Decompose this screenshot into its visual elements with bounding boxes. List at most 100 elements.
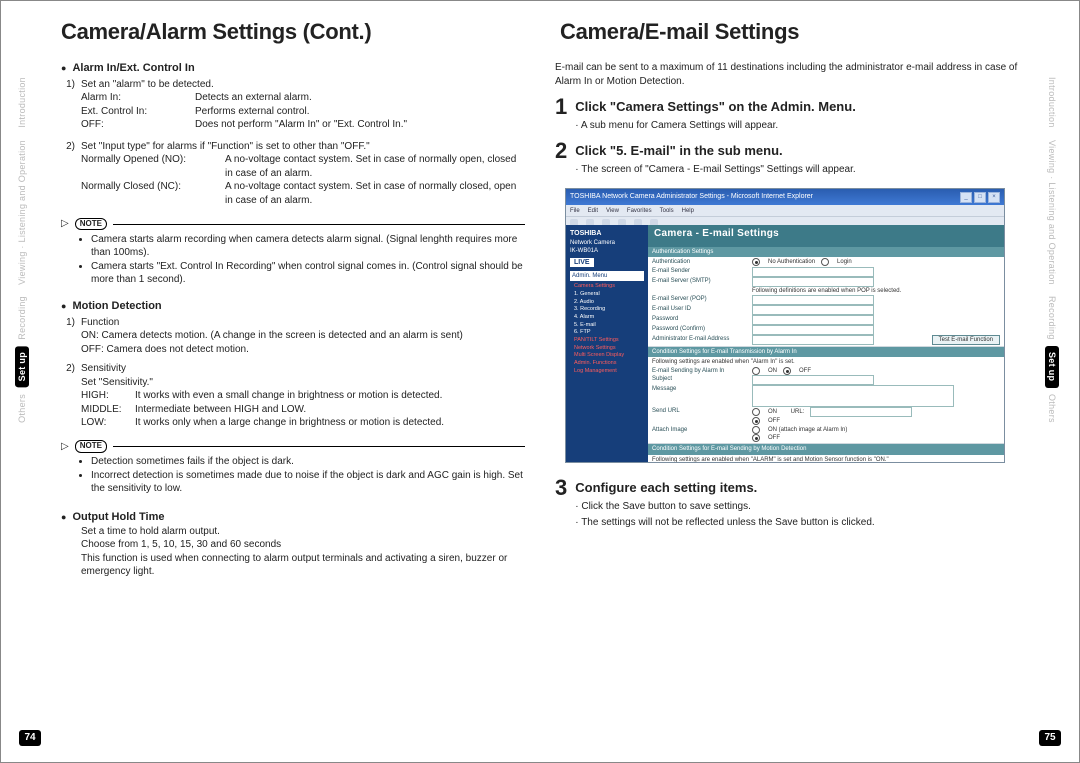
radio-icon[interactable] [752,408,760,416]
url-on: ON [768,408,777,416]
radio-icon[interactable] [752,258,760,266]
alarm-item2-text: Set "Input type" for alarms if "Function… [81,140,525,154]
alarm-note: Following settings are enabled when "Ala… [652,358,1000,366]
alarm-off: OFF [799,367,811,375]
nav-email[interactable]: 5. E-mail [574,322,644,330]
user-input[interactable] [752,305,874,315]
motion-row-v0: It works with even a small change in bri… [135,389,525,403]
alarm-note-0: Camera starts alarm recording when camer… [91,233,525,260]
nav-recording[interactable]: 3. Recording [574,306,644,314]
nav-alarm[interactable]: 4. Alarm [574,314,644,322]
nav-admin-fn[interactable]: Admin. Functions [574,360,644,368]
alarm-subject-label: Subject [652,375,752,385]
pop-input[interactable] [752,295,874,305]
step1-num: 1 [555,96,567,132]
ie-main: Camera - E-mail Settings Authentication … [648,225,1004,462]
alarm-row2-k1: Normally Closed (NC): [81,180,221,207]
ie-brand-sub: Network Camera [570,239,644,247]
tab-others-r[interactable]: Others [1045,388,1059,429]
tab-introduction-r[interactable]: Introduction [1045,71,1059,134]
motion-row-v2: It works only when a large change in bri… [135,416,525,430]
live-badge[interactable]: LIVE [570,258,594,267]
nav-multiscreen[interactable]: Multi Screen Display [574,352,644,360]
nav-log[interactable]: Log Management [574,368,644,376]
motion-i2-num: 2) [61,362,75,376]
attach-off: OFF [768,434,780,442]
radio-icon[interactable] [752,417,760,425]
tab-viewing-r[interactable]: Viewing · Listening and Operation [1045,134,1059,291]
pwd-label: Password [652,315,752,325]
minimize-icon[interactable]: _ [960,192,972,203]
alarm-attach-label: Attach Image [652,426,752,434]
motion-row-k2: LOW: [81,416,131,430]
output-heading: Output Hold Time [61,510,525,525]
radio-icon[interactable] [752,426,760,434]
motion-set: Set "Sensitivity." [81,376,525,390]
left-column: Alarm In/Ext. Control In 1) Set an "alar… [61,61,525,712]
ie-menu-favorites[interactable]: Favorites [627,207,652,215]
ie-menu-view[interactable]: View [606,207,619,215]
tab-setup[interactable]: Set up [15,346,29,387]
motion-note-0: Detection sometimes fails if the object … [91,455,525,469]
alarm-row-v0: Detects an external alarm. [195,91,312,105]
tab-introduction[interactable]: Introduction [15,71,29,134]
alarm-item1-text: Set an "alarm" to be detected. [81,78,525,92]
test-email-button[interactable]: Test E-mail Function [932,335,1000,345]
radio-icon[interactable] [752,367,760,375]
step3-sub1: The settings will not be reflected unles… [575,516,1019,530]
alarm-send-label: E-mail Sending by Alarm In [652,367,752,375]
radio-icon[interactable] [783,367,791,375]
nav-pantilt[interactable]: PAN/TILT Settings [574,337,644,345]
tab-viewing[interactable]: Viewing · Listening and Operation [15,134,29,291]
motion-heading: Motion Detection [61,299,525,314]
tab-recording-r[interactable]: Recording [1045,290,1059,346]
ie-window-controls: _ □ × [960,192,1000,203]
pwd-input[interactable] [752,315,874,325]
tab-recording[interactable]: Recording [15,290,29,346]
note-label-2: NOTE [75,440,107,453]
nav-audio[interactable]: 2. Audio [574,299,644,307]
sender-input[interactable] [752,267,874,277]
motion-on: ON: Camera detects motion. (A change in … [81,329,525,343]
alarm-row-k2: OFF: [81,118,191,132]
tab-others[interactable]: Others [15,388,29,429]
alarm-row2-v1: A no-voltage contact system. Set in case… [225,180,525,207]
radio-icon[interactable] [752,434,760,442]
sender-label: E-mail Sender [652,267,752,277]
alarm-subject-input[interactable] [752,375,874,385]
nav-general[interactable]: 1. General [574,291,644,299]
ie-banner: Camera - E-mail Settings [648,225,1004,247]
ie-menu-help[interactable]: Help [682,207,694,215]
url-input[interactable] [810,407,912,417]
smtp-note: Following definitions are enabled when P… [752,287,1000,295]
nav-ftp[interactable]: 6. FTP [574,329,644,337]
ie-nav-header: Admin. Menu [570,271,644,281]
ie-menu-file[interactable]: File [570,207,580,215]
alarm-message-input[interactable] [752,385,954,407]
pwd2-input[interactable] [752,325,874,335]
maximize-icon[interactable]: □ [974,192,986,203]
admin-input[interactable] [752,335,874,345]
ie-sidebar: TOSHIBA Network Camera IK-WB01A LIVE Adm… [566,225,648,462]
motion-row-v1: Intermediate between HIGH and LOW. [135,403,525,417]
ie-menu-edit[interactable]: Edit [588,207,598,215]
right-nav-tabs: Introduction Viewing · Listening and Ope… [1045,71,1065,702]
nav-network[interactable]: Network Settings [574,345,644,353]
left-page-title: Camera/Alarm Settings (Cont.) [61,19,520,45]
alarm-row-k0: Alarm In: [81,91,191,105]
tab-setup-r[interactable]: Set up [1045,346,1059,387]
auth-label: Authentication [652,258,752,266]
ie-model: IK-WB01A [570,247,644,255]
nav-camera-settings[interactable]: Camera Settings [574,283,644,291]
motion-i2-text: Sensitivity [81,362,525,376]
page-num-right: 75 [1039,730,1061,746]
alarm-on: ON [768,367,777,375]
output-line-0: Set a time to hold alarm output. [81,525,525,539]
smtp-input[interactable] [752,277,874,287]
ie-menu-tools[interactable]: Tools [660,207,674,215]
right-page-title: Camera/E-mail Settings [560,19,1019,45]
close-icon[interactable]: × [988,192,1000,203]
radio-icon[interactable] [821,258,829,266]
alarm-url-label: Send URL [652,407,752,417]
ie-sec-alarm: Condition Settings for E-mail Transmissi… [648,347,1004,357]
